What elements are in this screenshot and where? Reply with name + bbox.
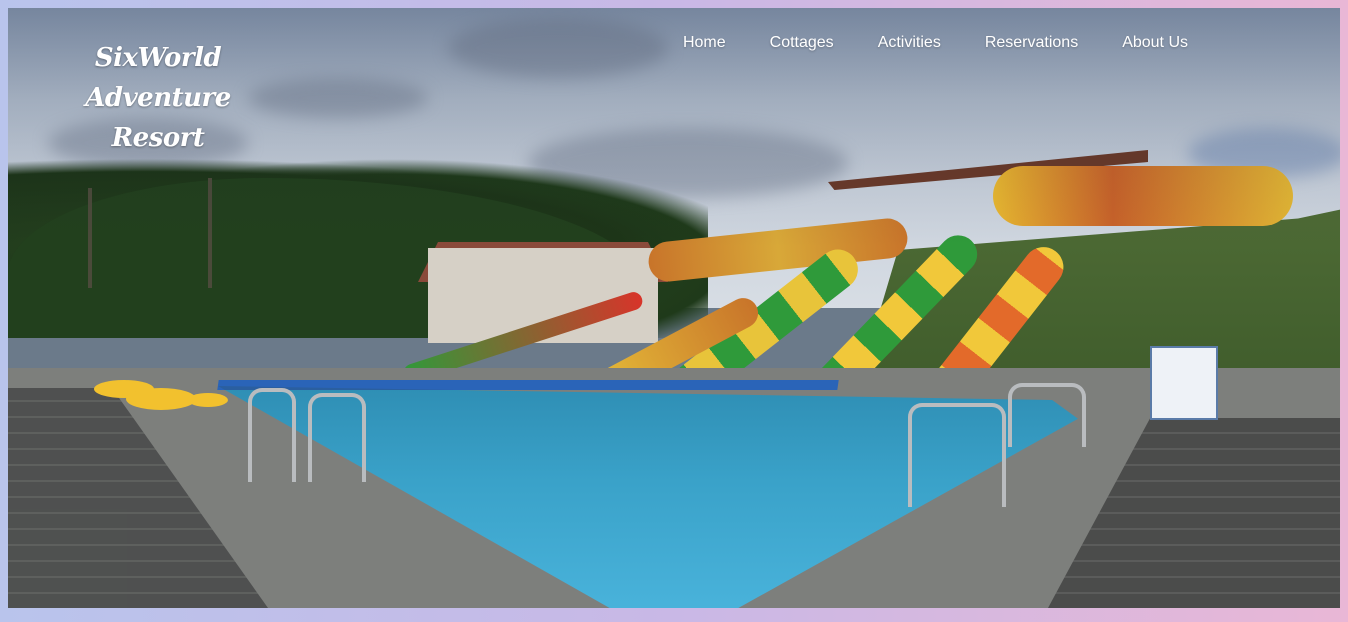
nav-activities[interactable]: Activities — [856, 34, 963, 52]
nav-home[interactable]: Home — [661, 34, 748, 52]
nav-reservations[interactable]: Reservations — [963, 34, 1100, 52]
site-logo[interactable]: SixWorld Adventure Resort — [38, 38, 278, 158]
nav-cottages[interactable]: Cottages — [748, 34, 856, 52]
logo-line-2: Resort — [111, 123, 205, 153]
nav-about-us[interactable]: About Us — [1100, 34, 1210, 52]
logo-line-1: SixWorld Adventure — [85, 43, 231, 113]
hero-section: SixWorld Adventure Resort Home Cottages … — [8, 8, 1340, 608]
main-nav: Home Cottages Activities Reservations Ab… — [661, 34, 1210, 52]
